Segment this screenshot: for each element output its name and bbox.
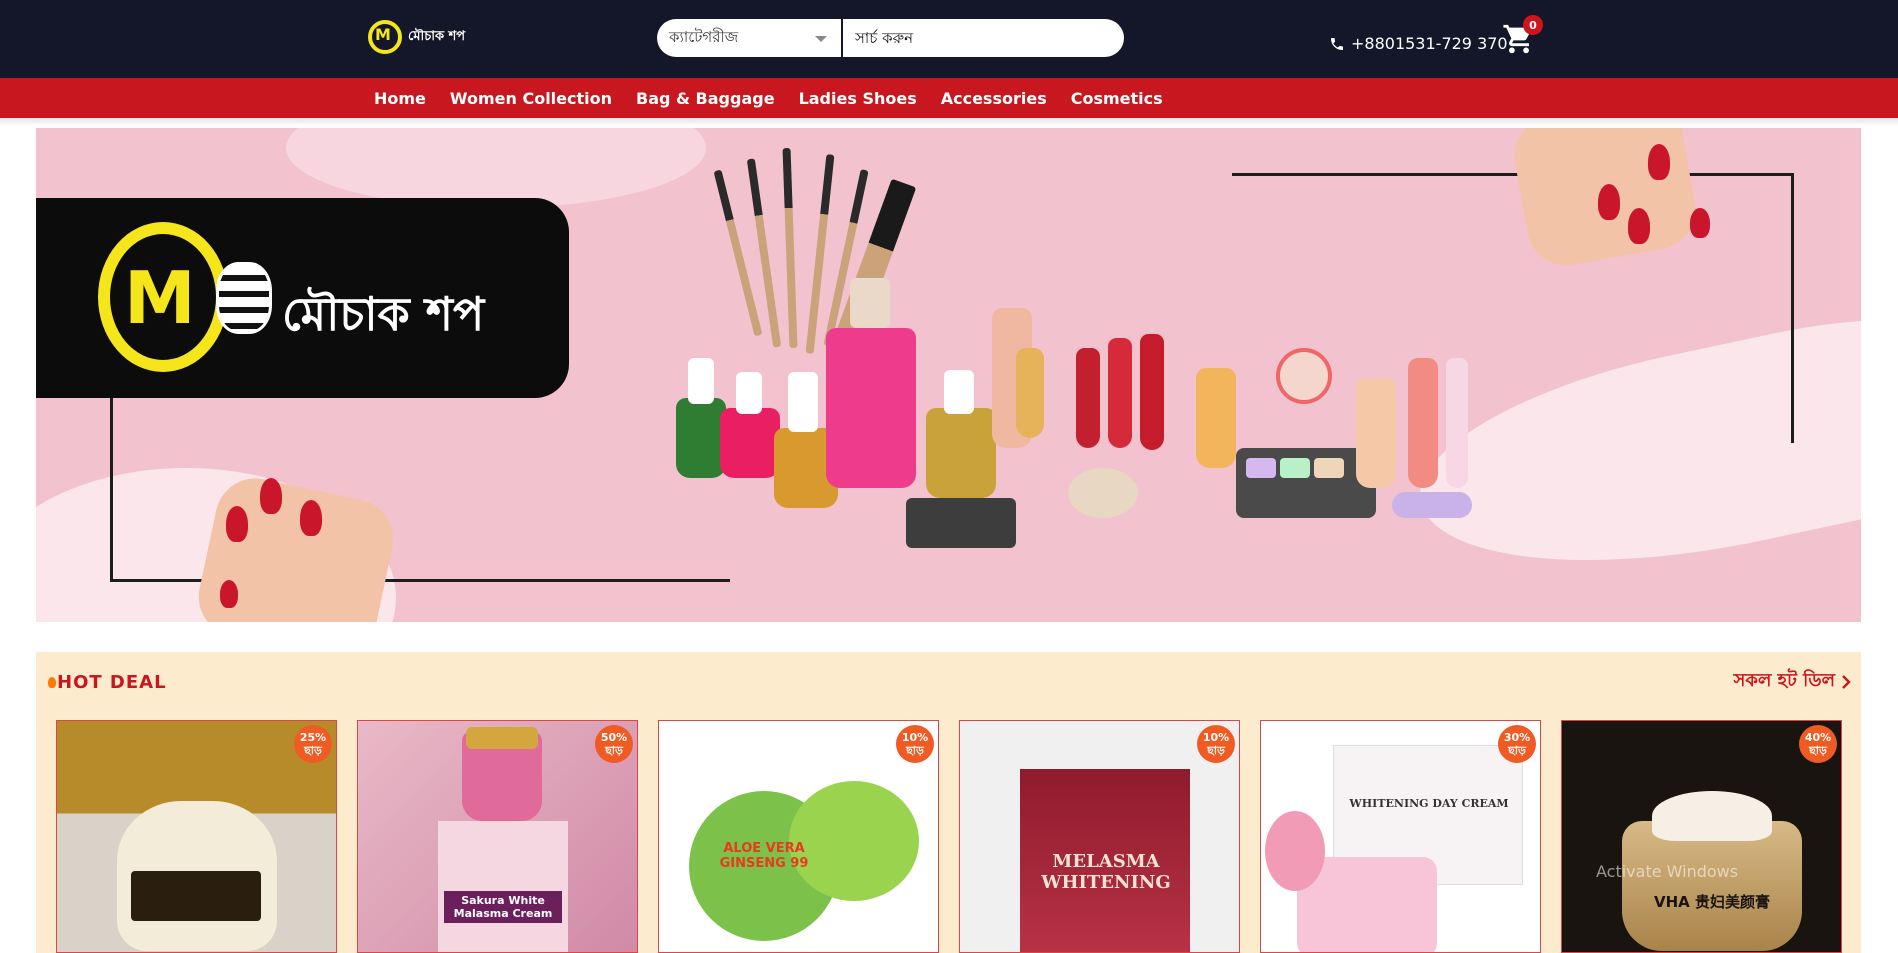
product-image [57,721,336,952]
nav-item-bag-baggage[interactable]: Bag & Baggage [636,89,775,108]
nav-item-women-collection[interactable]: Women Collection [450,89,612,108]
discount-value: 10% [901,731,929,744]
discount-value: 25% [299,731,327,744]
discount-off-label: ছাড় [1809,744,1827,757]
view-all-hot-deals-link[interactable]: সকল হট ডিল [1733,666,1851,697]
product-image: ALOE VERA GINSENG 99 [659,721,938,952]
product-card[interactable]: 30% ছাড় WHITENING DAY CREAM [1260,720,1541,953]
logo-mark-icon [368,20,402,54]
discount-off-label: ছাড় [1508,744,1526,757]
discount-value: 30% [1503,731,1531,744]
discount-value: 10% [1202,731,1230,744]
hot-deal-title-text: HOT DEAL [57,672,167,693]
category-select-value: ক্যাটেগরীজ [669,27,739,46]
discount-value: 40% [1804,731,1832,744]
os-activation-watermark: Activate Windows [1596,862,1739,881]
discount-off-label: ছাড় [1207,744,1225,757]
product-image-text: WHITENING DAY CREAM [1349,797,1509,810]
hero-brand-logo: মৌচাক শপ [36,198,569,398]
nav-item-cosmetics[interactable]: Cosmetics [1071,89,1163,108]
hot-deal-title: HOT DEAL [47,672,167,693]
product-card[interactable]: 50% ছাড় Sakura White Malasma Cream [357,720,638,953]
phone-icon [1331,37,1343,50]
nav-item-ladies-shoes[interactable]: Ladies Shoes [799,89,917,108]
bee-icon [216,262,272,334]
discount-badge: 30% ছাড় [1498,725,1536,763]
product-image: WHITENING DAY CREAM [1261,721,1540,952]
view-all-label: সকল হট ডিল [1733,670,1835,691]
discount-badge: 50% ছাড় [595,725,633,763]
discount-off-label: ছাড় [304,744,322,757]
search-bar: ক্যাটেগরীজ [657,19,1124,57]
discount-badge: 25% ছাড় [294,725,332,763]
hot-deal-section: HOT DEAL সকল হট ডিল 25% ছাড় 50% ছাড় Sa… [36,652,1861,953]
product-image-text: ALOE VERA GINSENG 99 [719,841,809,871]
cart-count-badge: 0 [1523,15,1543,35]
phone-contact[interactable]: +8801531-729 370 [1329,34,1508,53]
nav-item-accessories[interactable]: Accessories [941,89,1047,108]
top-header: মৌচাক শপ ক্যাটেগরীজ +8801531-729 370 0 [0,0,1898,78]
discount-badge: 40% ছাড় [1799,725,1837,763]
chevron-right-icon [1842,674,1851,689]
product-image: MELASMA WHITENING [960,721,1239,952]
flame-icon [48,677,56,688]
product-image-text: MELASMA WHITENING [1041,851,1171,893]
hero-banner[interactable]: মৌচাক শপ [36,128,1861,622]
hero-decor-wave [286,128,706,208]
discount-badge: 10% ছাড় [896,725,934,763]
main-nav: Home Women Collection Bag & Baggage Ladi… [0,78,1898,118]
chevron-down-icon [815,36,827,42]
product-card[interactable]: 40% ছাড় VHA 贵妇美颜膏 [1561,720,1842,953]
product-image: Sakura White Malasma Cream [358,721,637,952]
search-input[interactable] [843,19,1124,57]
product-card[interactable]: 10% ছাড় ALOE VERA GINSENG 99 [658,720,939,953]
cosmetics-product-image [676,147,1476,578]
logo-text: মৌচাক শপ [408,28,466,44]
hero-frame-line [110,398,730,582]
discount-off-label: ছাড় [906,744,924,757]
product-image-text: Sakura White Malasma Cream [444,891,562,923]
logo-mark-icon [98,222,228,372]
product-card[interactable]: 10% ছাড় MELASMA WHITENING [959,720,1240,953]
discount-badge: 10% ছাড় [1197,725,1235,763]
nav-shadow [0,118,1898,126]
discount-value: 50% [600,731,628,744]
hero-brand-text: মৌচাক শপ [282,287,485,341]
site-logo[interactable]: মৌচাক শপ [368,20,465,54]
phone-number: +8801531-729 370 [1351,34,1508,53]
product-image-text: VHA 贵妇美颜膏 [1654,893,1770,911]
product-image: VHA 贵妇美颜膏 [1562,721,1841,952]
product-card[interactable]: 25% ছাড় [56,720,337,953]
category-select[interactable]: ক্যাটেগরীজ [657,19,843,57]
nav-item-home[interactable]: Home [374,89,426,108]
discount-off-label: ছাড় [605,744,623,757]
